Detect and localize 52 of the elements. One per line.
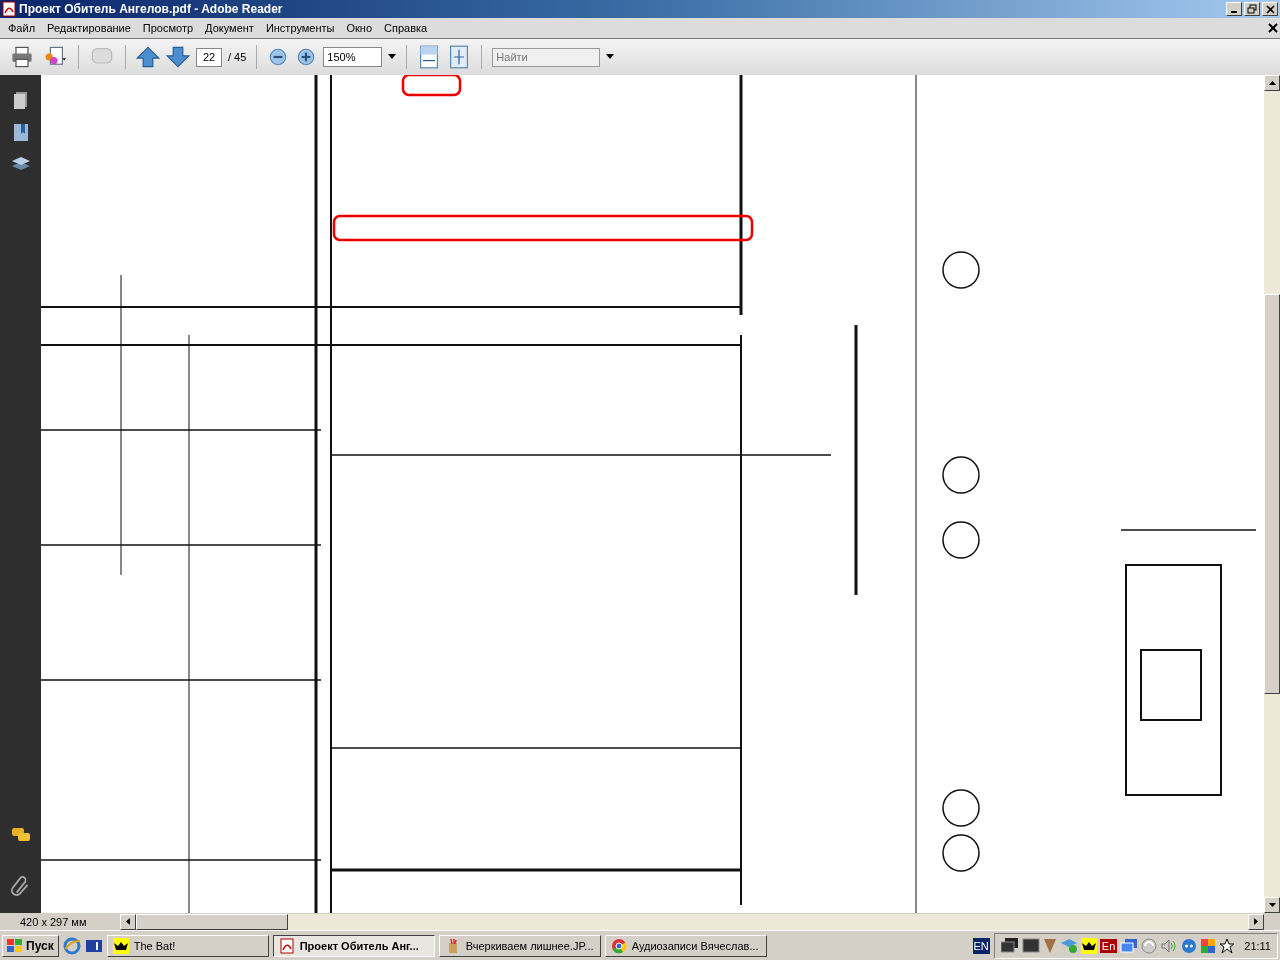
search-field[interactable]: Найти [492, 47, 601, 67]
tray-app-icon[interactable]: En [1099, 938, 1118, 953]
arrow-down-icon[interactable] [166, 45, 190, 69]
monitors-icon[interactable] [1000, 937, 1019, 954]
star-icon[interactable] [1219, 937, 1236, 954]
printer-icon[interactable] [10, 45, 34, 69]
taskbar-button[interactable]: Проект Обитель Анг... [272, 934, 435, 957]
menu-item[interactable]: Просмотр [136, 20, 200, 36]
pdf-file-icon [2, 1, 16, 17]
menu-item[interactable]: Файл [2, 20, 42, 36]
menu-item[interactable]: Документ [199, 20, 260, 36]
close-icon [1265, 4, 1275, 14]
windows-logo-icon [7, 938, 23, 953]
scroll-right-button[interactable] [1248, 913, 1264, 930]
window-title: Проект Обитель Ангелов.pdf - Adobe Reader [19, 2, 284, 16]
scrollbar-thumb[interactable] [136, 913, 288, 930]
taskbar-button[interactable]: Аудиозаписи Вячеслав... [604, 934, 767, 957]
clock: 21:11 [1244, 939, 1271, 952]
language-indicator[interactable]: EN [972, 937, 990, 954]
restore-button[interactable] [1244, 2, 1260, 16]
chat-icon[interactable] [1181, 937, 1198, 954]
down-arrow-icon [1268, 903, 1276, 907]
arrow-up-icon[interactable] [136, 45, 160, 69]
page-number-field[interactable]: 22 [196, 47, 222, 67]
pdf-file-icon [278, 937, 295, 954]
speaker-icon[interactable] [1160, 937, 1179, 954]
taskbar-button[interactable]: Вчеркиваем лишнее.JP... [438, 934, 601, 957]
caret-icon[interactable] [606, 54, 615, 60]
restore-icon [1247, 4, 1257, 14]
page-count: / 45 [228, 51, 247, 63]
zoom-dropdown[interactable]: 150% [323, 47, 383, 67]
start-button[interactable]: Пуск [2, 934, 59, 957]
network-icon[interactable] [1120, 937, 1139, 954]
scroll-up-button[interactable] [1264, 75, 1280, 91]
up-arrow-icon [1268, 81, 1276, 85]
scrollbar-thumb[interactable] [1264, 294, 1280, 694]
scroll-down-button[interactable] [1264, 897, 1280, 913]
scroll-left-button[interactable] [120, 913, 136, 930]
menu-item[interactable]: Редактирование [41, 20, 137, 36]
right-arrow-icon [1254, 918, 1258, 925]
left-arrow-icon [126, 918, 130, 925]
menu-item[interactable]: Инструменты [259, 20, 341, 36]
close-icon[interactable] [1268, 23, 1278, 33]
monitor-icon[interactable] [1021, 937, 1040, 954]
menu-item[interactable]: Окно [340, 20, 379, 36]
caret-icon[interactable] [388, 54, 397, 60]
taskbar-button[interactable]: The Bat! [106, 934, 269, 957]
browser-icon [610, 937, 627, 954]
minimize-button[interactable] [1226, 2, 1242, 16]
sync-icon[interactable] [1141, 937, 1158, 954]
close-button[interactable] [1262, 2, 1278, 16]
menu-item[interactable]: Справка [378, 20, 434, 36]
